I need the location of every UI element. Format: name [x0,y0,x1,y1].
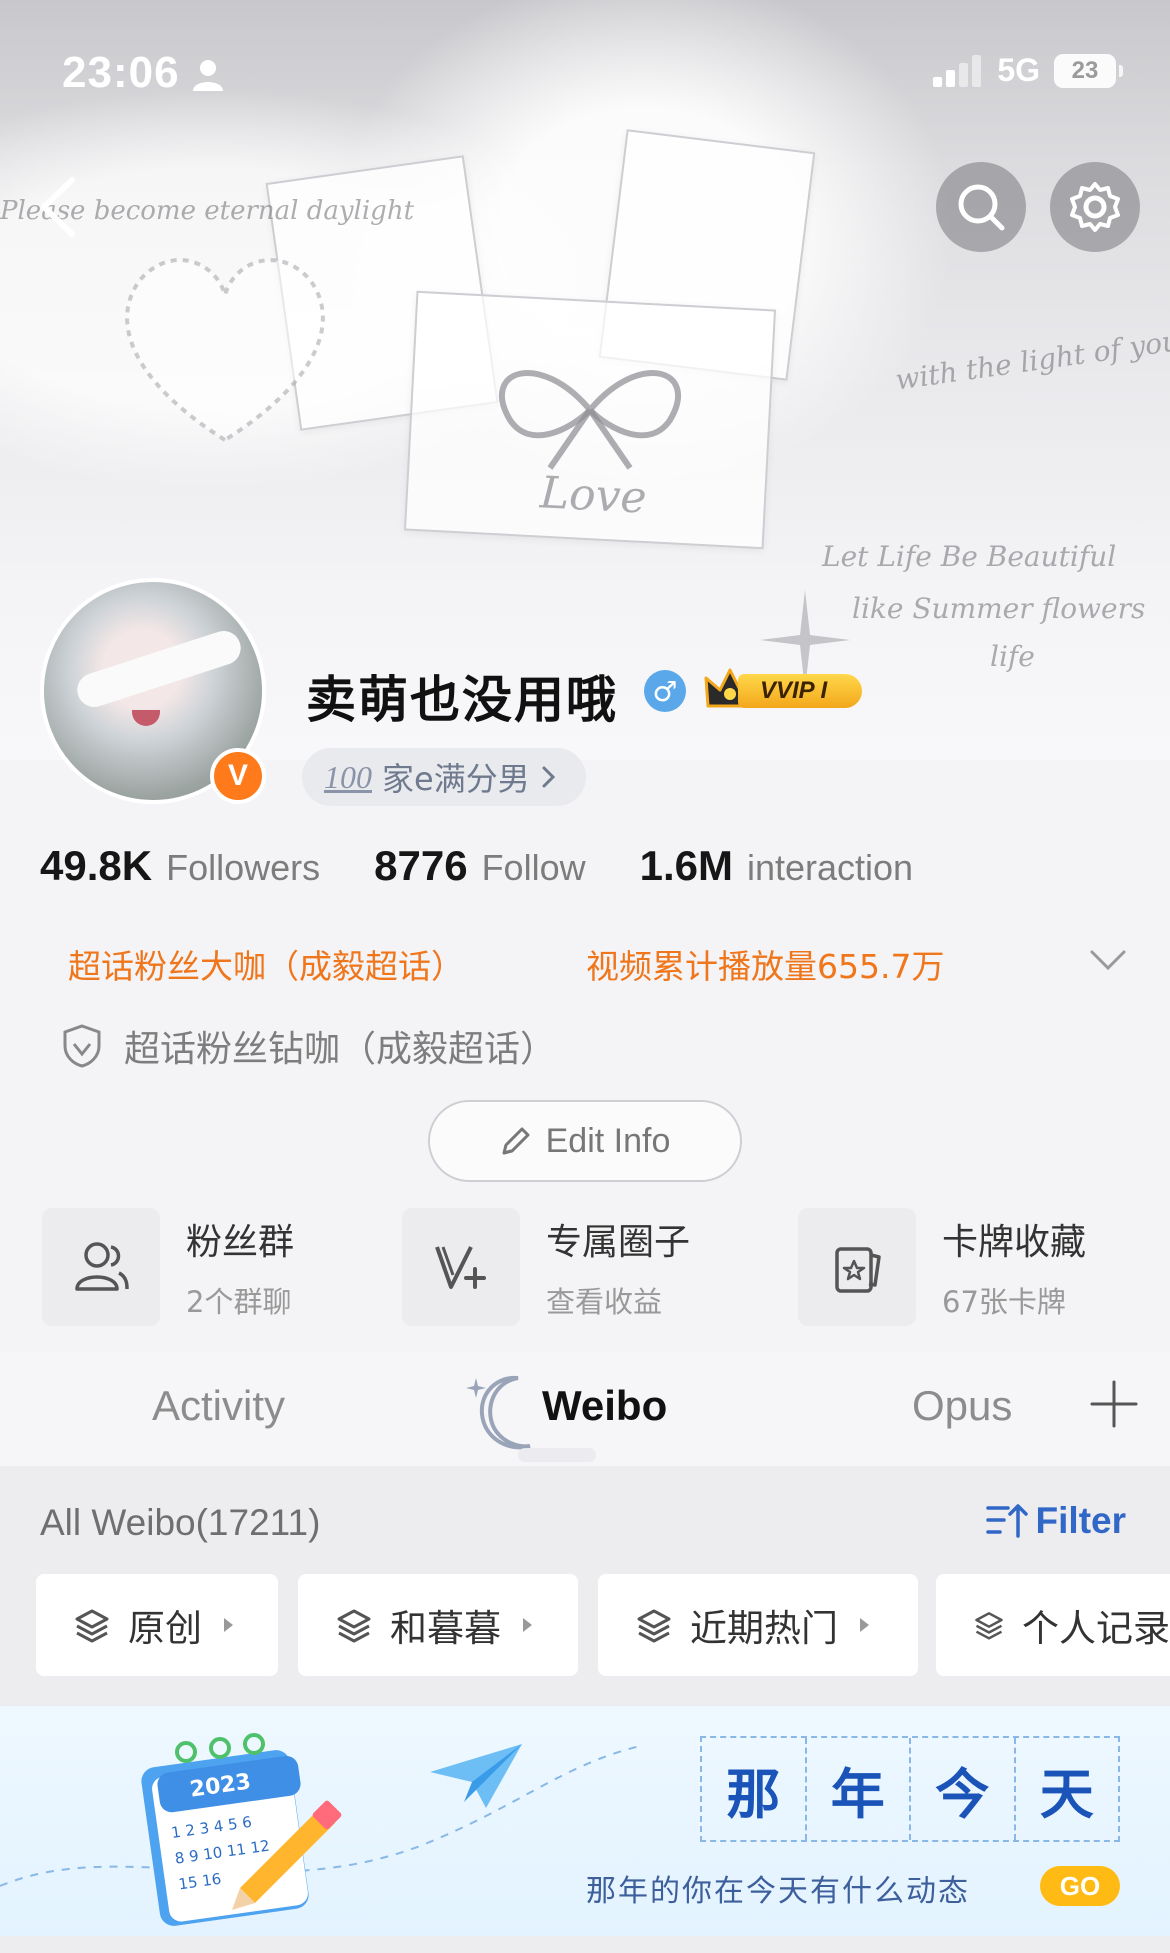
chip-recent-hot[interactable]: 近期热门 [598,1574,918,1676]
shield-icon [63,1024,101,1068]
that-year-today-caption: 那年的你在今天有什么动态 [586,1874,970,1909]
chevron-down-icon[interactable] [1088,946,1128,976]
male-gender-icon: ♂ [644,670,686,712]
layers-icon [337,1609,371,1643]
feature-exclusive-circle[interactable]: 专属圈子 查看收益 [402,1208,690,1326]
signal-icon [933,54,982,87]
moon-icon [466,1375,531,1450]
chip-label: 近期热门 [690,1607,838,1650]
layers-icon [975,1612,1003,1640]
chevron-right-icon [542,766,555,788]
username: 卖萌也没用哦 [306,671,618,729]
feature-subtitle: 2个群聊 [186,1285,292,1319]
chip-label: 原创 [128,1607,202,1650]
tab-activity[interactable]: Activity [152,1382,285,1430]
back-icon[interactable] [30,172,90,242]
v-plus-icon [435,1246,486,1289]
profile-stats: 49.8K Followers 8776 Follow 1.6M interac… [40,842,967,890]
title-char: 今 [911,1738,1016,1840]
title-char: 那 [702,1738,807,1840]
tab-weibo[interactable]: Weibo [542,1382,667,1430]
banner-deco-line-1: Let Life Be Beautiful [822,540,1117,573]
status-time: 23:06 [62,48,223,98]
honor-video-plays[interactable]: 视频累计播放量655.7万 [586,940,944,988]
feature-fan-group[interactable]: 粉丝群 2个群聊 [42,1208,294,1326]
person-icon [192,60,223,92]
stat-followers[interactable]: 49.8K Followers [40,842,320,890]
identity-tag-label: 家e满分男 [382,760,530,798]
filter-icon [985,1504,1028,1538]
feature-title: 卡牌收藏 [942,1222,1087,1263]
edit-info-label: Edit Info [545,1121,671,1160]
plus-icon[interactable] [1088,1378,1140,1430]
caret-right-icon [523,1618,532,1632]
heart-lace-decoration [125,258,325,443]
vvip-label: VVIP I [738,674,862,708]
active-tab-indicator [518,1448,596,1462]
battery-icon: 23 [1054,53,1123,88]
chip-he-mumu[interactable]: 和暮暮 [298,1574,578,1676]
honor-supertopic[interactable]: 超话粉丝大咖（成毅超话） [68,940,464,988]
users-icon [75,1242,129,1291]
identity-tag[interactable]: 100 家e满分男 [302,748,586,806]
stat-interaction[interactable]: 1.6M interaction [640,842,913,890]
chip-personal-record[interactable]: 个人记录 [936,1574,1170,1676]
banner-deco-line-2: like Summer flowers [852,592,1146,625]
chip-label: 和暮暮 [390,1607,501,1650]
pencil-icon [502,1127,530,1155]
title-char: 天 [1039,1761,1094,1826]
profile-tabs: Activity Weibo Opus [0,1352,1170,1466]
settings-button[interactable] [1050,162,1140,252]
fan-badge-row[interactable]: 超话粉丝钻咖（成毅超话） [62,1020,556,1072]
card-star-icon [835,1247,881,1293]
verified-badge-icon: V [210,748,266,804]
title-char: 年 [807,1738,911,1840]
chip-original[interactable]: 原创 [36,1574,278,1676]
all-weibo-count: All Weibo(17211) [40,1502,321,1543]
search-button[interactable] [936,162,1026,252]
vvip-badge[interactable]: VVIP I [704,666,864,712]
that-year-today-title: 那 年 今 天 [700,1736,1120,1842]
caret-right-icon [860,1618,869,1632]
gear-icon [1070,182,1120,232]
search-icon [958,184,1005,231]
feature-subtitle: 查看收益 [546,1285,663,1319]
caret-right-icon [224,1618,233,1632]
filter-label: Filter [1035,1500,1126,1541]
feed-section: All Weibo(17211) Filter 原创 和暮暮 近期热门 个人记录… [0,1466,1170,1953]
paper-plane-icon [430,1744,522,1808]
banner-deco-line-3: life [990,640,1035,673]
go-button[interactable]: GO [1040,1866,1120,1906]
status-indicators: 5G 23 [933,52,1123,89]
feature-title: 粉丝群 [186,1222,295,1263]
network-label: 5G [997,52,1040,88]
feature-subtitle: 67张卡牌 [942,1285,1066,1319]
that-year-today-banner[interactable]: 2023 1 2 3 4 5 6 8 9 10 11 12 15 16 那 年 … [0,1706,1170,1936]
honor-row: 超话粉丝大咖（成毅超话） 视频累计播放量655.7万 [68,940,1128,990]
calendar-icon: 2023 1 2 3 4 5 6 8 9 10 11 12 15 16 [141,1733,342,1926]
filter-button[interactable]: Filter [985,1500,1126,1542]
hundred-points-icon: 100 [324,758,372,795]
chip-label: 个人记录 [1022,1607,1170,1650]
stat-follow[interactable]: 8776 Follow [374,842,585,890]
layers-icon [637,1609,671,1643]
layers-icon [75,1609,109,1643]
feature-card-collection[interactable]: 卡牌收藏 67张卡牌 [798,1208,1086,1326]
banner-deco-right: with the light of your su [893,316,1170,397]
ribbon-bow-decoration [499,370,681,470]
tab-opus[interactable]: Opus [912,1382,1012,1430]
feature-title: 专属圈子 [546,1222,691,1263]
edit-info-button[interactable]: Edit Info [428,1100,742,1182]
fan-badge-label: 超话粉丝钻咖（成毅超话） [124,1029,557,1070]
status-bar: 23:06 5G 23 [0,0,1170,150]
banner-deco-love: Love [538,467,648,524]
